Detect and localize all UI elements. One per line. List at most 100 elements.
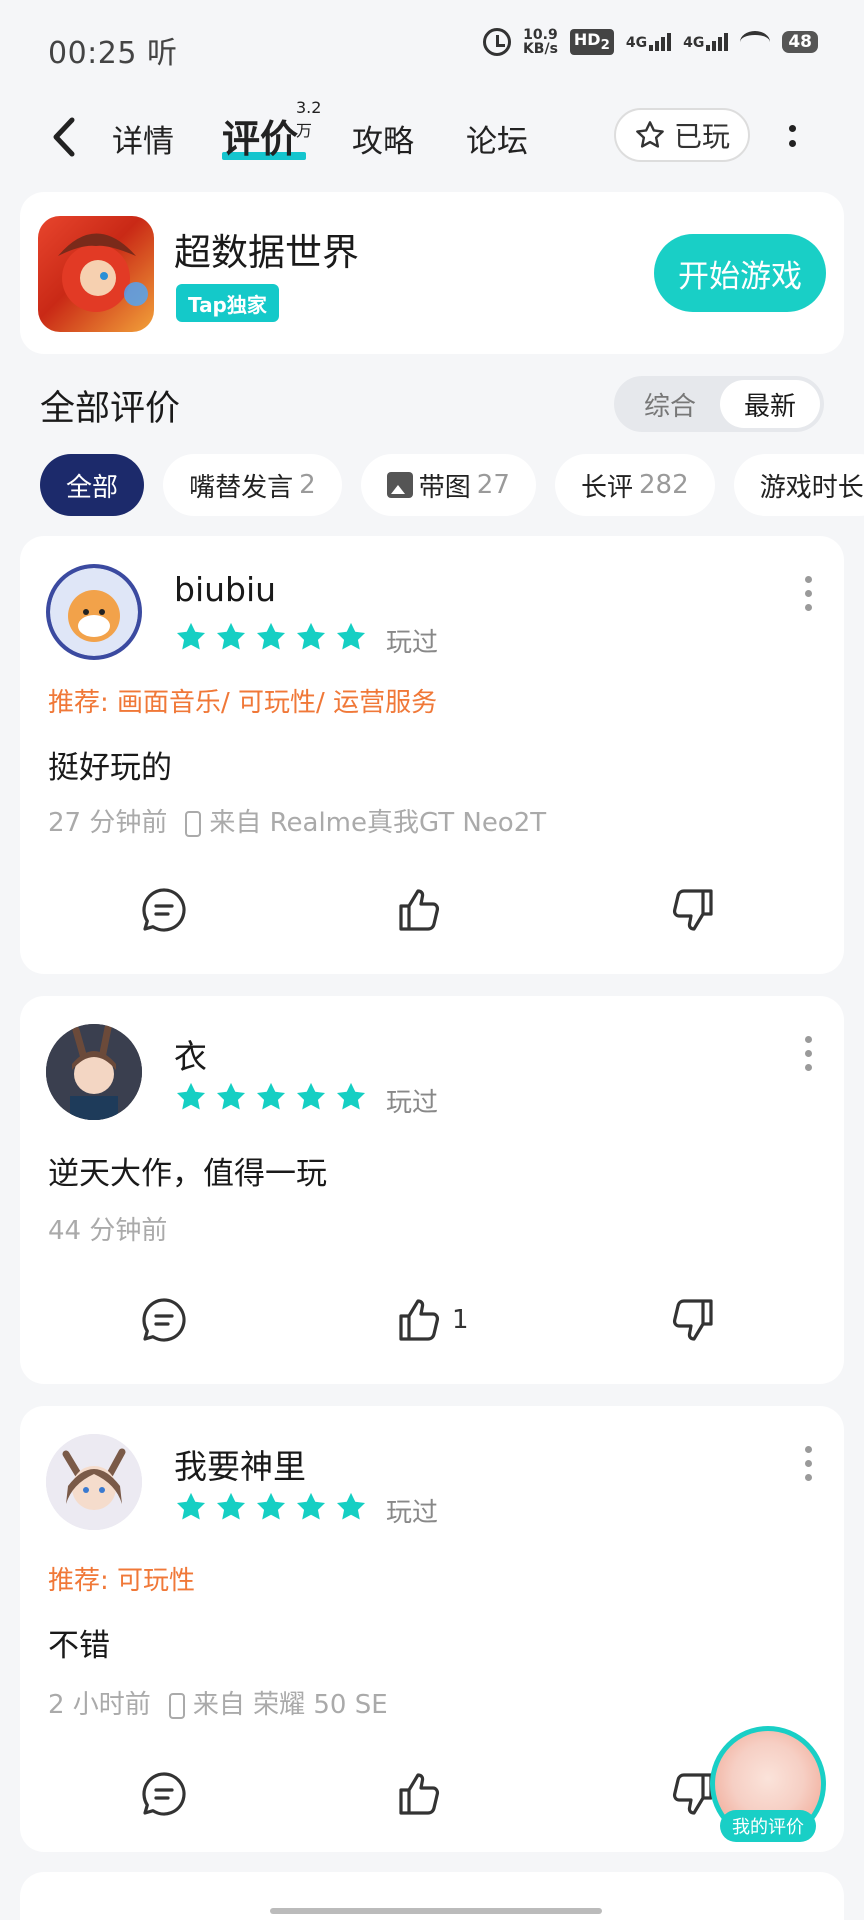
star-icon xyxy=(176,1082,206,1110)
chip-label: 游戏时长 xyxy=(759,472,864,503)
signal-icon-2: 4G xyxy=(683,33,729,51)
avatar[interactable] xyxy=(46,564,142,660)
top-nav: 详情 评价 3.2万 攻略 论坛 已玩 xyxy=(0,92,864,182)
chip-label: 嘴替发言 xyxy=(189,472,294,503)
avatar[interactable] xyxy=(46,1434,142,1530)
back-arrow-icon[interactable] xyxy=(46,114,86,160)
tab-details[interactable]: 详情 xyxy=(112,116,174,161)
comment-button[interactable] xyxy=(138,1768,190,1820)
tab-reviews[interactable]: 评价 3.2万 xyxy=(222,98,321,163)
avatar[interactable] xyxy=(46,1024,142,1120)
net1-label: 4G xyxy=(625,35,648,51)
star-icon xyxy=(336,1082,366,1110)
play-status: 玩过 xyxy=(386,628,439,658)
review-meta: 2 小时前 来自 荣耀 50 SE xyxy=(48,1684,388,1721)
more-vertical-icon[interactable] xyxy=(786,116,798,156)
status-icons: 10.9 KB/s HD2 4G 4G 48 xyxy=(482,28,818,56)
tab-guides[interactable]: 攻略 xyxy=(352,116,414,161)
thumbs-down-icon xyxy=(672,1299,713,1341)
review-actions xyxy=(20,884,844,944)
device-info: 来自 荣耀 50 SE xyxy=(168,1684,388,1721)
section-title: 全部评价 xyxy=(40,389,181,429)
phone-icon xyxy=(185,810,202,837)
comment-button[interactable] xyxy=(138,884,190,936)
comment-button[interactable] xyxy=(138,1294,190,1346)
review-meta: 44 分钟前 xyxy=(48,1210,167,1247)
comment-icon xyxy=(142,1298,186,1342)
chip-quotes[interactable]: 嘴替发言 2 xyxy=(163,454,342,516)
game-icon[interactable] xyxy=(38,216,154,332)
star-icon xyxy=(336,622,366,650)
home-indicator[interactable] xyxy=(270,1908,602,1914)
like-button[interactable] xyxy=(394,884,452,936)
comment-icon xyxy=(142,1772,186,1816)
chip-label: 长评 xyxy=(580,472,633,503)
review-meta: 27 分钟前 来自 Realme真我GT Neo2T xyxy=(48,802,546,839)
start-game-button[interactable]: 开始游戏 xyxy=(654,234,826,312)
tab-reviews-label: 评价 xyxy=(222,117,299,161)
star-icon xyxy=(296,1492,326,1520)
chip-long-reviews[interactable]: 长评 282 xyxy=(554,454,715,516)
game-art xyxy=(58,233,148,312)
sort-newest[interactable]: 最新 xyxy=(720,380,820,428)
chip-count: 282 xyxy=(638,470,689,500)
review-time: 44 分钟前 xyxy=(48,1216,168,1246)
dislike-button[interactable] xyxy=(666,1294,718,1346)
star-icon xyxy=(296,622,326,650)
review-text[interactable]: 逆天大作，值得一玩 xyxy=(48,1148,327,1193)
image-icon xyxy=(386,472,413,498)
star-icon xyxy=(216,1492,246,1520)
my-review-label[interactable]: 我的评价 xyxy=(720,1810,816,1842)
more-vertical-icon[interactable] xyxy=(805,576,812,611)
thumbs-down-icon xyxy=(672,889,713,931)
like-count: 1 xyxy=(452,1305,469,1335)
review-text[interactable]: 挺好玩的 xyxy=(48,742,172,787)
comment-icon xyxy=(142,888,186,932)
like-button[interactable] xyxy=(394,1768,452,1820)
star-icon xyxy=(216,1082,246,1110)
thumbs-up-icon xyxy=(399,1299,440,1341)
dislike-button[interactable] xyxy=(666,884,718,936)
star-rating xyxy=(174,1490,368,1524)
tab-forum[interactable]: 论坛 xyxy=(466,116,528,161)
star-icon xyxy=(216,622,246,650)
star-rating xyxy=(174,1080,368,1114)
hd-sub: 2 xyxy=(600,38,610,54)
status-bar: 00:25 听 10.9 KB/s HD2 4G 4G 48 xyxy=(0,0,864,92)
like-button[interactable]: 1 xyxy=(394,1294,469,1346)
star-icon xyxy=(256,1492,286,1520)
chip-label: 带图 xyxy=(418,472,471,503)
play-status: 玩过 xyxy=(386,1498,439,1528)
more-vertical-icon[interactable] xyxy=(805,1446,812,1481)
review-text[interactable]: 不错 xyxy=(48,1620,110,1665)
recommend-tags: 推荐: 画面音乐/ 可玩性/ 运营服务 xyxy=(48,688,438,718)
review-actions: 1 xyxy=(20,1294,844,1354)
chip-playtime[interactable]: 游戏时长 xyxy=(733,454,864,516)
review-time: 2 小时前 xyxy=(48,1690,151,1720)
username[interactable]: 我要神里 xyxy=(174,1440,306,1488)
thumbs-up-icon xyxy=(399,889,440,931)
hd-label: HD xyxy=(573,30,601,50)
chip-with-images[interactable]: 带图 27 xyxy=(360,454,536,516)
star-outline-icon xyxy=(636,121,664,148)
star-icon xyxy=(176,622,206,650)
star-rating xyxy=(174,620,368,654)
star-icon xyxy=(176,1492,206,1520)
sort-overall[interactable]: 综合 xyxy=(620,380,720,428)
star-icon xyxy=(256,1082,286,1110)
exclusive-badge: Tap独家 xyxy=(176,284,279,322)
device-info: 来自 Realme真我GT Neo2T xyxy=(185,802,546,839)
network-speed: 10.9 KB/s xyxy=(523,28,558,56)
recommend-tags: 推荐: 可玩性 xyxy=(48,1566,196,1596)
username[interactable]: 衣 xyxy=(174,1030,207,1078)
avatar-image xyxy=(46,1024,142,1120)
speed-unit: KB/s xyxy=(522,41,558,57)
status-time: 00:25 听 xyxy=(48,36,178,71)
filter-chips: 全部 嘴替发言 2 带图 27 长评 282 游戏时长 xyxy=(40,454,864,518)
more-vertical-icon[interactable] xyxy=(805,1036,812,1071)
review-time: 27 分钟前 xyxy=(48,808,168,838)
device-label: 来自 荣耀 50 SE xyxy=(192,1690,388,1720)
played-button[interactable]: 已玩 xyxy=(614,108,750,162)
chip-all[interactable]: 全部 xyxy=(40,454,145,516)
username[interactable]: biubiu xyxy=(174,570,276,609)
